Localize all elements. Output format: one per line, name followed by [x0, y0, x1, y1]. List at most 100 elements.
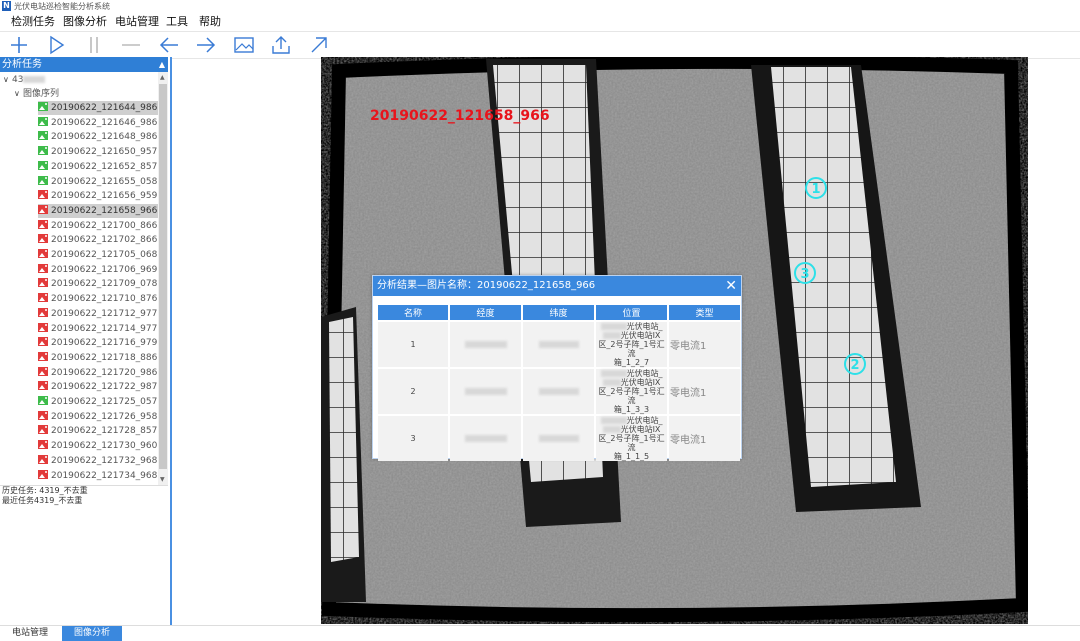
menu-bar: 检测任务 图像分析 电站管理 工具 帮助	[0, 13, 1080, 31]
expand-icon[interactable]: ∨	[3, 73, 12, 86]
tree-image-label: 20190622_121652_857	[51, 161, 158, 172]
tree-image-item[interactable]: 20190622_121720_986	[38, 366, 158, 380]
image-file-icon	[38, 131, 48, 141]
menu-detect-task[interactable]: 检测任务	[11, 13, 55, 31]
tree-image-item[interactable]: 20190622_121702_866	[38, 233, 158, 247]
tree-image-item[interactable]: 20190622_121726_958	[38, 410, 158, 424]
menu-tools[interactable]: 工具	[166, 13, 188, 31]
tree-image-item[interactable]: 20190622_121728_857	[38, 424, 158, 438]
menu-station-manage[interactable]: 电站管理	[115, 13, 159, 31]
col-header-latitude: 纬度	[523, 305, 594, 320]
tree-image-label: 20190622_121656_959	[51, 191, 158, 202]
start-button[interactable]	[43, 34, 69, 56]
tree-root[interactable]: ∨ 43	[3, 73, 46, 87]
tree-image-item[interactable]: 20190622_121646_986	[38, 116, 158, 130]
location-text: 光伏电站_	[626, 322, 663, 331]
menu-image-analysis[interactable]: 图像分析	[63, 13, 107, 31]
dialog-title: 分析结果—图片名称：20190622_121658_966 ✕	[373, 276, 741, 296]
tree-image-label: 20190622_121732_968	[51, 455, 158, 466]
tree-image-item[interactable]: 20190622_121725_057	[38, 395, 158, 409]
panel-title: 分析任务	[2, 59, 42, 70]
tree-image-label: 20190622_121722_987	[51, 382, 158, 393]
tree-image-label: 20190622_121726_958	[51, 411, 158, 422]
tree-image-item[interactable]: 20190622_121712_977	[38, 307, 158, 321]
scroll-thumb[interactable]	[159, 84, 167, 469]
expand-icon[interactable]: ∨	[14, 87, 23, 100]
redacted-text	[600, 370, 627, 377]
tree-image-label: 20190622_121714_977	[51, 323, 158, 334]
table-row[interactable]: 3 光伏电站_ 光伏电站IX 区_2号子阵_1号汇流 箱_1_1_5 零电流1	[378, 416, 740, 461]
cell-name: 2	[378, 369, 448, 414]
tree-image-item[interactable]: 20190622_121709_078	[38, 277, 158, 291]
image-file-icon	[38, 234, 48, 244]
scroll-up-icon[interactable]: ▲	[160, 74, 165, 81]
next-button[interactable]	[193, 34, 219, 56]
tree-image-item[interactable]: 20190622_121650_957	[38, 145, 158, 159]
defect-marker-2[interactable]: 2	[844, 353, 866, 375]
tree-image-item[interactable]: 20190622_121648_986	[38, 130, 158, 144]
redacted-text	[464, 341, 507, 348]
pause-button[interactable]	[81, 34, 107, 56]
tree-image-item[interactable]: 20190622_121656_959	[38, 189, 158, 203]
tab-image-analysis[interactable]: 图像分析	[62, 626, 122, 641]
export-button[interactable]	[268, 34, 294, 56]
cell-type: 零电流1	[669, 322, 740, 367]
tree-image-item[interactable]: 20190622_121732_968	[38, 454, 158, 468]
defect-marker-3[interactable]: 3	[794, 262, 816, 284]
image-file-icon	[38, 175, 48, 185]
image-file-icon	[38, 116, 48, 126]
task-tree[interactable]: ∨ 43 ∨ 图像序列 20190622_121644_986 20190622_12…	[0, 72, 158, 485]
view-image-button[interactable]	[231, 34, 257, 56]
image-icon	[234, 37, 254, 53]
cell-location: 光伏电站_ 光伏电站IX 区_2号子阵_1号汇流 箱_1_2_7	[596, 322, 667, 367]
location-line: 光伏电站_	[597, 416, 666, 425]
tree-image-item[interactable]: 20190622_121655_058	[38, 175, 158, 189]
add-button[interactable]	[6, 34, 32, 56]
image-file-icon	[38, 278, 48, 288]
close-icon[interactable]: ✕	[725, 276, 737, 296]
previous-button[interactable]	[156, 34, 182, 56]
image-file-icon	[38, 293, 48, 303]
redacted-text	[464, 435, 507, 442]
dialog-title-text: 分析结果—图片名称：20190622_121658_966	[377, 280, 596, 291]
tree-image-item[interactable]: 20190622_121658_966	[38, 203, 158, 218]
jump-button[interactable]	[306, 34, 332, 56]
tree-image-item[interactable]: 20190622_121714_977	[38, 322, 158, 336]
tree-image-label: 20190622_121646_986	[51, 117, 158, 128]
tree-image-item[interactable]: 20190622_121734_968	[38, 469, 158, 483]
tree-image-item[interactable]: 20190622_121700_866	[38, 219, 158, 233]
table-row[interactable]: 1 光伏电站_ 光伏电站IX 区_2号子阵_1号汇流 箱_1_2_7 零电流1	[378, 322, 740, 367]
tree-image-item[interactable]: 20190622_121652_857	[38, 160, 158, 174]
image-file-icon	[38, 249, 48, 258]
table-row[interactable]: 2 光伏电站_ 光伏电站IX 区_2号子阵_1号汇流 箱_1_3_3 零电流1	[378, 369, 740, 414]
image-file-icon	[38, 454, 48, 464]
tree-image-label: 20190622_121720_986	[51, 367, 158, 378]
location-text: 光伏电站_	[626, 369, 663, 378]
result-table: 名称 经度 纬度 位置 类型 1 光伏电站_ 光伏电站IX 区_2号子阵_1号汇流 箱_…	[376, 303, 742, 463]
location-text: 光伏电站_	[626, 416, 663, 425]
tree-image-item[interactable]: 20190622_121644_986	[38, 101, 158, 115]
tree-image-item[interactable]: 20190622_121718_886	[38, 351, 158, 365]
cell-type: 零电流1	[669, 369, 740, 414]
cell-location: 光伏电站_ 光伏电站IX 区_2号子阵_1号汇流 箱_1_1_5	[596, 416, 667, 461]
collapse-icon[interactable]: ▲	[159, 57, 165, 72]
defect-marker-1[interactable]: 1	[805, 177, 827, 199]
tree-image-item[interactable]: 20190622_121730_960	[38, 439, 158, 453]
tree-group[interactable]: ∨ 图像序列	[14, 87, 59, 101]
tree-image-item[interactable]: 20190622_121716_979	[38, 336, 158, 350]
location-text: 箱_1_3_3	[613, 405, 650, 414]
tree-scrollbar[interactable]: ▲ ▼	[158, 72, 168, 485]
location-text: 光伏电站IX	[620, 331, 661, 340]
scroll-down-icon[interactable]: ▼	[160, 476, 165, 483]
menu-help[interactable]: 帮助	[199, 13, 221, 31]
remove-button[interactable]	[118, 34, 144, 56]
tree-image-item[interactable]: 20190622_121705_068	[38, 248, 158, 262]
location-text: 区_2号子阵_1号汇流	[598, 387, 665, 405]
tree-image-item[interactable]: 20190622_121706_969	[38, 263, 158, 277]
tree-image-item[interactable]: 20190622_121710_876	[38, 292, 158, 306]
tree-image-label: 20190622_121716_979	[51, 338, 158, 349]
tree-image-item[interactable]: 20190622_121722_987	[38, 380, 158, 394]
arrow-left-icon	[159, 37, 178, 53]
image-file-icon	[38, 204, 48, 214]
tab-station-manage[interactable]: 电站管理	[0, 626, 60, 641]
